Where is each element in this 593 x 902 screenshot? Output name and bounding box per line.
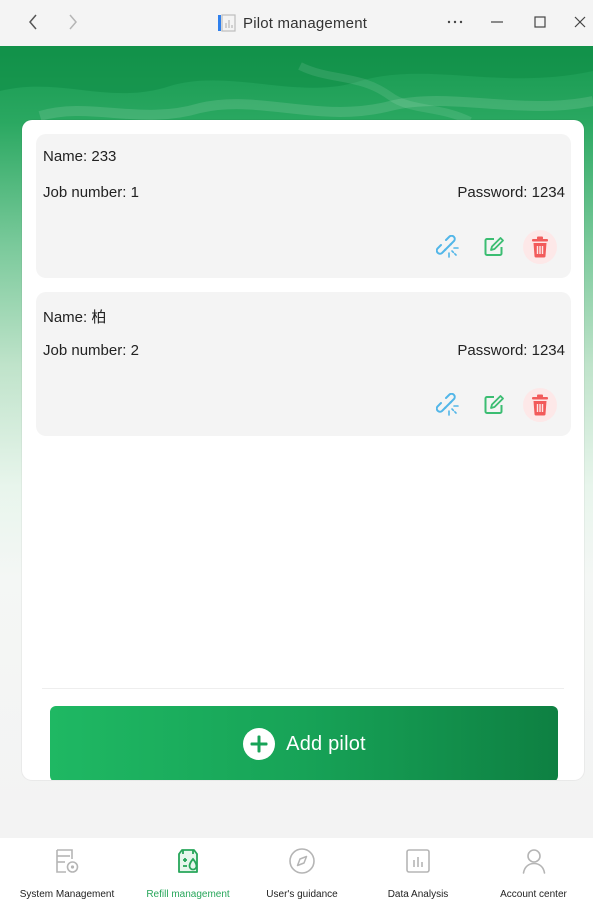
title-bar: Pilot management bbox=[0, 0, 593, 46]
refill-management-icon bbox=[173, 846, 203, 876]
unlink-icon bbox=[436, 235, 459, 258]
plus-circle-icon bbox=[243, 728, 276, 760]
pilot-name: Name: 233 bbox=[43, 148, 116, 165]
tab-system-management[interactable]: System Management bbox=[0, 838, 134, 902]
pilot-job-label: Job number: bbox=[43, 184, 127, 201]
add-pilot-button[interactable]: Add pilot bbox=[50, 706, 558, 780]
pilot-job-value: 2 bbox=[130, 342, 139, 359]
edit-icon bbox=[484, 395, 504, 414]
pilot-job-value: 1 bbox=[130, 184, 139, 201]
tab-label: Account center bbox=[500, 889, 567, 900]
app-icon bbox=[218, 14, 236, 32]
close-icon bbox=[574, 16, 586, 28]
pilot-password: Password: 1234 bbox=[457, 184, 565, 201]
pilot-actions bbox=[431, 388, 561, 424]
edit-icon bbox=[484, 237, 504, 256]
more-icon bbox=[447, 20, 463, 24]
pilot-name-value: 柏 bbox=[91, 309, 107, 326]
unbind-button[interactable] bbox=[431, 230, 465, 264]
tab-users-guidance[interactable]: User's guidance bbox=[242, 838, 362, 902]
delete-button[interactable] bbox=[523, 230, 557, 264]
bar-chart-icon bbox=[403, 846, 433, 876]
pilot-password: Password: 1234 bbox=[457, 342, 565, 359]
pilot-name-value: 233 bbox=[91, 148, 117, 165]
app-window: Pilot management Name: 233 Job number: 1… bbox=[0, 0, 593, 902]
pilot-card: Name: 233 Job number: 1 Password: 1234 bbox=[36, 134, 571, 278]
pilot-job-number: Job number: 1 bbox=[43, 184, 139, 201]
tab-label: User's guidance bbox=[266, 889, 338, 900]
pilot-password-label: Password: bbox=[457, 342, 528, 359]
window-title-text: Pilot management bbox=[243, 14, 368, 32]
maximize-button[interactable] bbox=[529, 12, 551, 32]
chevron-left-icon bbox=[29, 14, 37, 30]
trash-icon bbox=[532, 394, 548, 416]
edit-button[interactable] bbox=[477, 388, 511, 422]
tab-account-center[interactable]: Account center bbox=[474, 838, 593, 902]
unbind-button[interactable] bbox=[431, 388, 465, 422]
window-title: Pilot management bbox=[218, 11, 367, 35]
pilot-password-value: 1234 bbox=[531, 184, 565, 201]
add-pilot-label: Add pilot bbox=[286, 732, 366, 755]
pilot-card: Name: 柏 Job number: 2 Password: 1234 bbox=[36, 292, 571, 436]
tab-label: Data Analysis bbox=[387, 889, 449, 900]
pilot-job-number: Job number: 2 bbox=[43, 342, 139, 359]
delete-button[interactable] bbox=[523, 388, 557, 422]
system-management-icon bbox=[52, 846, 82, 876]
maximize-icon bbox=[534, 16, 546, 28]
tab-label: System Management bbox=[19, 889, 115, 900]
tab-refill-management[interactable]: Refill management bbox=[134, 838, 242, 902]
trash-icon bbox=[532, 236, 548, 258]
pilot-password-value: 1234 bbox=[531, 342, 565, 359]
pilot-password-label: Password: bbox=[457, 184, 528, 201]
more-button[interactable] bbox=[444, 12, 466, 32]
pilot-name-label: Name: bbox=[43, 148, 88, 165]
back-button[interactable] bbox=[24, 12, 42, 32]
minimize-button[interactable] bbox=[486, 12, 508, 32]
compass-icon bbox=[287, 846, 317, 876]
forward-button[interactable] bbox=[64, 12, 82, 32]
close-button[interactable] bbox=[569, 12, 591, 32]
tab-data-analysis[interactable]: Data Analysis bbox=[362, 838, 474, 902]
pilot-actions bbox=[431, 230, 561, 266]
pilot-name: Name: 柏 bbox=[43, 306, 106, 327]
bottom-tab-bar: System Management Refill management User… bbox=[0, 838, 593, 902]
edit-button[interactable] bbox=[477, 230, 511, 264]
pilot-list-panel: Name: 233 Job number: 1 Password: 1234 N… bbox=[22, 120, 584, 780]
chevron-right-icon bbox=[69, 14, 77, 30]
pilot-name-label: Name: bbox=[43, 309, 88, 326]
pilot-job-label: Job number: bbox=[43, 342, 127, 359]
user-icon bbox=[519, 846, 549, 876]
unlink-icon bbox=[436, 393, 459, 416]
tab-label: Refill management bbox=[146, 889, 230, 900]
divider bbox=[42, 688, 564, 689]
minimize-icon bbox=[491, 21, 503, 23]
